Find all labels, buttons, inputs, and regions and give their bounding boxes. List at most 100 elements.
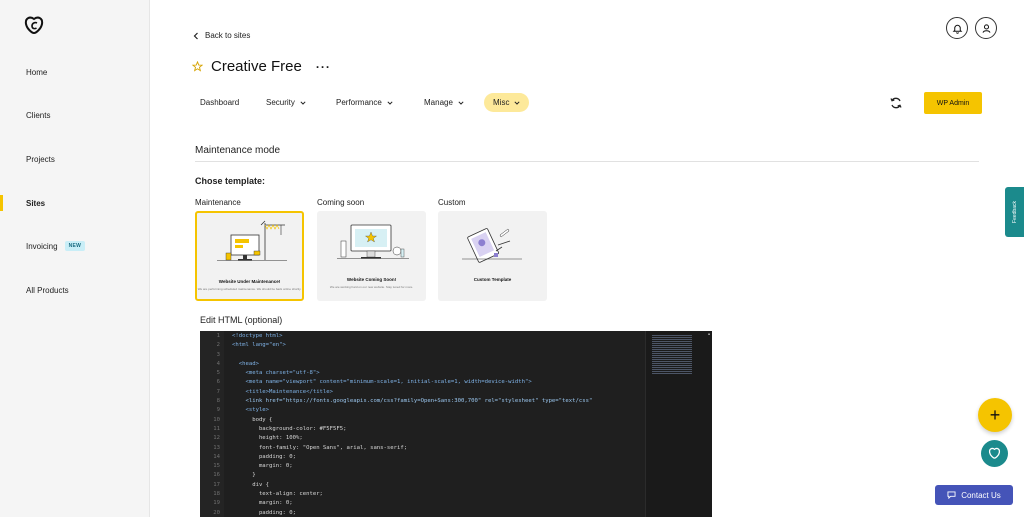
chevron-down-icon xyxy=(458,100,464,105)
code-line[interactable]: 6 <meta name="viewport" content="minimum… xyxy=(200,378,645,387)
line-number: 16 xyxy=(213,472,220,479)
sidebar-item-all-products[interactable]: All Products xyxy=(0,275,150,305)
line-number: 3 xyxy=(216,351,220,358)
chat-assistant-button[interactable] xyxy=(981,440,1008,467)
user-account-icon[interactable] xyxy=(975,17,997,39)
chevron-down-icon xyxy=(300,100,306,105)
template-card-maintenance[interactable]: Website Under Maintenance! We are perfor… xyxy=(195,211,304,301)
code-line[interactable]: 8 <link href="https://fonts.googleapis.c… xyxy=(200,397,645,406)
code-line[interactable]: 18 text-align: center; xyxy=(200,490,645,499)
code-text: text-align: center; xyxy=(232,491,323,498)
code-line[interactable]: 13 font-family: "Open Sans", arial, sans… xyxy=(200,444,645,453)
code-line[interactable]: 17 div { xyxy=(200,481,645,490)
line-number: 8 xyxy=(216,398,220,405)
code-line[interactable]: 3 xyxy=(200,351,645,360)
chevron-left-icon xyxy=(193,32,198,39)
code-text: div { xyxy=(232,481,270,488)
sidebar-item-sites[interactable]: Sites xyxy=(0,188,150,218)
godaddy-logo-icon[interactable] xyxy=(24,16,44,36)
godaddy-chat-icon xyxy=(988,447,1001,459)
sidebar-item-home[interactable]: Home xyxy=(0,57,150,87)
line-number: 12 xyxy=(213,435,220,442)
code-text: <title>Maintenance</title> xyxy=(232,388,334,395)
code-text: <style> xyxy=(232,407,270,414)
tab-misc[interactable]: Misc xyxy=(484,93,530,112)
tab-dashboard[interactable]: Dashboard xyxy=(200,93,239,112)
code-line[interactable]: 20 padding: 0; xyxy=(200,509,645,517)
code-line[interactable]: 16 } xyxy=(200,471,645,480)
template-label-custom: Custom xyxy=(438,198,466,207)
code-line[interactable]: 1 <!doctype html> xyxy=(200,332,645,341)
template-subtext: We are working hard on our new website. … xyxy=(329,285,414,289)
divider xyxy=(195,161,979,162)
new-badge: NEW xyxy=(64,241,86,251)
template-caption: Website Under Maintenance! xyxy=(218,279,281,284)
editor-corner-icon: ▪ xyxy=(707,332,710,338)
tab-label: Security xyxy=(266,98,295,107)
code-line[interactable]: 7 <title>Maintenance</title> xyxy=(200,388,645,397)
code-line[interactable]: 10 body { xyxy=(200,416,645,425)
code-text: margin: 0; xyxy=(232,500,293,507)
notifications-bell-icon[interactable] xyxy=(946,17,968,39)
template-card-coming-soon[interactable]: Website Coming Soon! We are working hard… xyxy=(317,211,426,301)
code-text: <html lang="en"> xyxy=(232,342,286,349)
code-text: padding: 0; xyxy=(232,453,296,460)
sidebar-item-clients[interactable]: Clients xyxy=(0,100,150,130)
tab-label: Dashboard xyxy=(200,98,240,107)
sidebar-item-projects[interactable]: Projects xyxy=(0,144,150,174)
template-label-coming-soon: Coming soon xyxy=(317,198,365,207)
sidebar-item-label: Clients xyxy=(26,110,51,120)
tab-security[interactable]: Security xyxy=(266,93,306,112)
refresh-icon[interactable] xyxy=(889,96,903,110)
contact-us-button[interactable]: Contact Us xyxy=(935,485,1013,505)
line-number: 15 xyxy=(213,463,220,470)
code-lines: 1 <!doctype html> 2 <html lang="en"> 3 4 <hea… xyxy=(200,332,645,517)
template-card-custom[interactable]: Custom Template xyxy=(438,211,547,301)
custom-template-illustration-icon xyxy=(462,228,522,263)
sidebar-item-label: Invoicing xyxy=(26,241,58,251)
code-line[interactable]: 5 <meta charset="utf-8"> xyxy=(200,369,645,378)
tab-manage[interactable]: Manage xyxy=(424,93,464,112)
code-text: <head> xyxy=(232,360,259,367)
line-number: 20 xyxy=(213,509,220,516)
site-title-row: Creative Free ··· xyxy=(192,58,331,75)
code-line[interactable]: 4 <head> xyxy=(200,360,645,369)
code-line[interactable]: 14 padding: 0; xyxy=(200,453,645,462)
template-caption: Custom Template xyxy=(473,277,512,282)
add-plus-button[interactable]: + xyxy=(978,398,1012,432)
code-line[interactable]: 12 height: 100%; xyxy=(200,434,645,443)
template-caption: Website Coming Soon! xyxy=(346,277,397,282)
code-text: <!doctype html> xyxy=(232,333,283,339)
code-text: body { xyxy=(232,416,273,423)
code-text: } xyxy=(232,472,256,479)
back-to-sites-link[interactable]: Back to sites xyxy=(193,31,250,40)
code-line[interactable]: 15 margin: 0; xyxy=(200,462,645,471)
wp-admin-button[interactable]: WP Admin xyxy=(924,92,982,114)
line-number: 10 xyxy=(213,416,220,423)
chevron-down-icon xyxy=(387,100,393,105)
favorite-star-icon[interactable] xyxy=(192,61,203,72)
code-text: <meta name="viewport" content="minimum-s… xyxy=(232,379,532,386)
code-line[interactable]: 9 <style> xyxy=(200,406,645,415)
sidebar-item-invoicing[interactable]: Invoicing NEW xyxy=(0,231,150,261)
feedback-tab[interactable]: Feedback xyxy=(1005,187,1024,237)
code-line[interactable]: 2 <html lang="en"> xyxy=(200,341,645,350)
more-options-button[interactable]: ··· xyxy=(316,60,331,74)
code-line[interactable]: 11 background-color: #F5F5F5; xyxy=(200,425,645,434)
line-number: 18 xyxy=(213,491,220,498)
line-number: 17 xyxy=(213,481,220,488)
line-number: 11 xyxy=(213,425,220,432)
html-code-editor[interactable]: 1 <!doctype html> 2 <html lang="en"> 3 4 <hea… xyxy=(200,331,712,517)
code-line[interactable]: 19 margin: 0; xyxy=(200,499,645,508)
code-text: height: 100%; xyxy=(232,435,303,442)
editor-minimap[interactable] xyxy=(645,331,712,517)
line-number: 6 xyxy=(216,379,220,386)
sidebar-item-label: Projects xyxy=(26,154,55,164)
code-text: <link href="https://fonts.googleapis.com… xyxy=(232,398,593,405)
line-number: 19 xyxy=(213,500,220,507)
minimap-preview xyxy=(652,335,692,375)
code-text: background-color: #F5F5F5; xyxy=(232,425,347,432)
tab-performance[interactable]: Performance xyxy=(336,93,393,112)
plus-icon: + xyxy=(989,404,1001,425)
